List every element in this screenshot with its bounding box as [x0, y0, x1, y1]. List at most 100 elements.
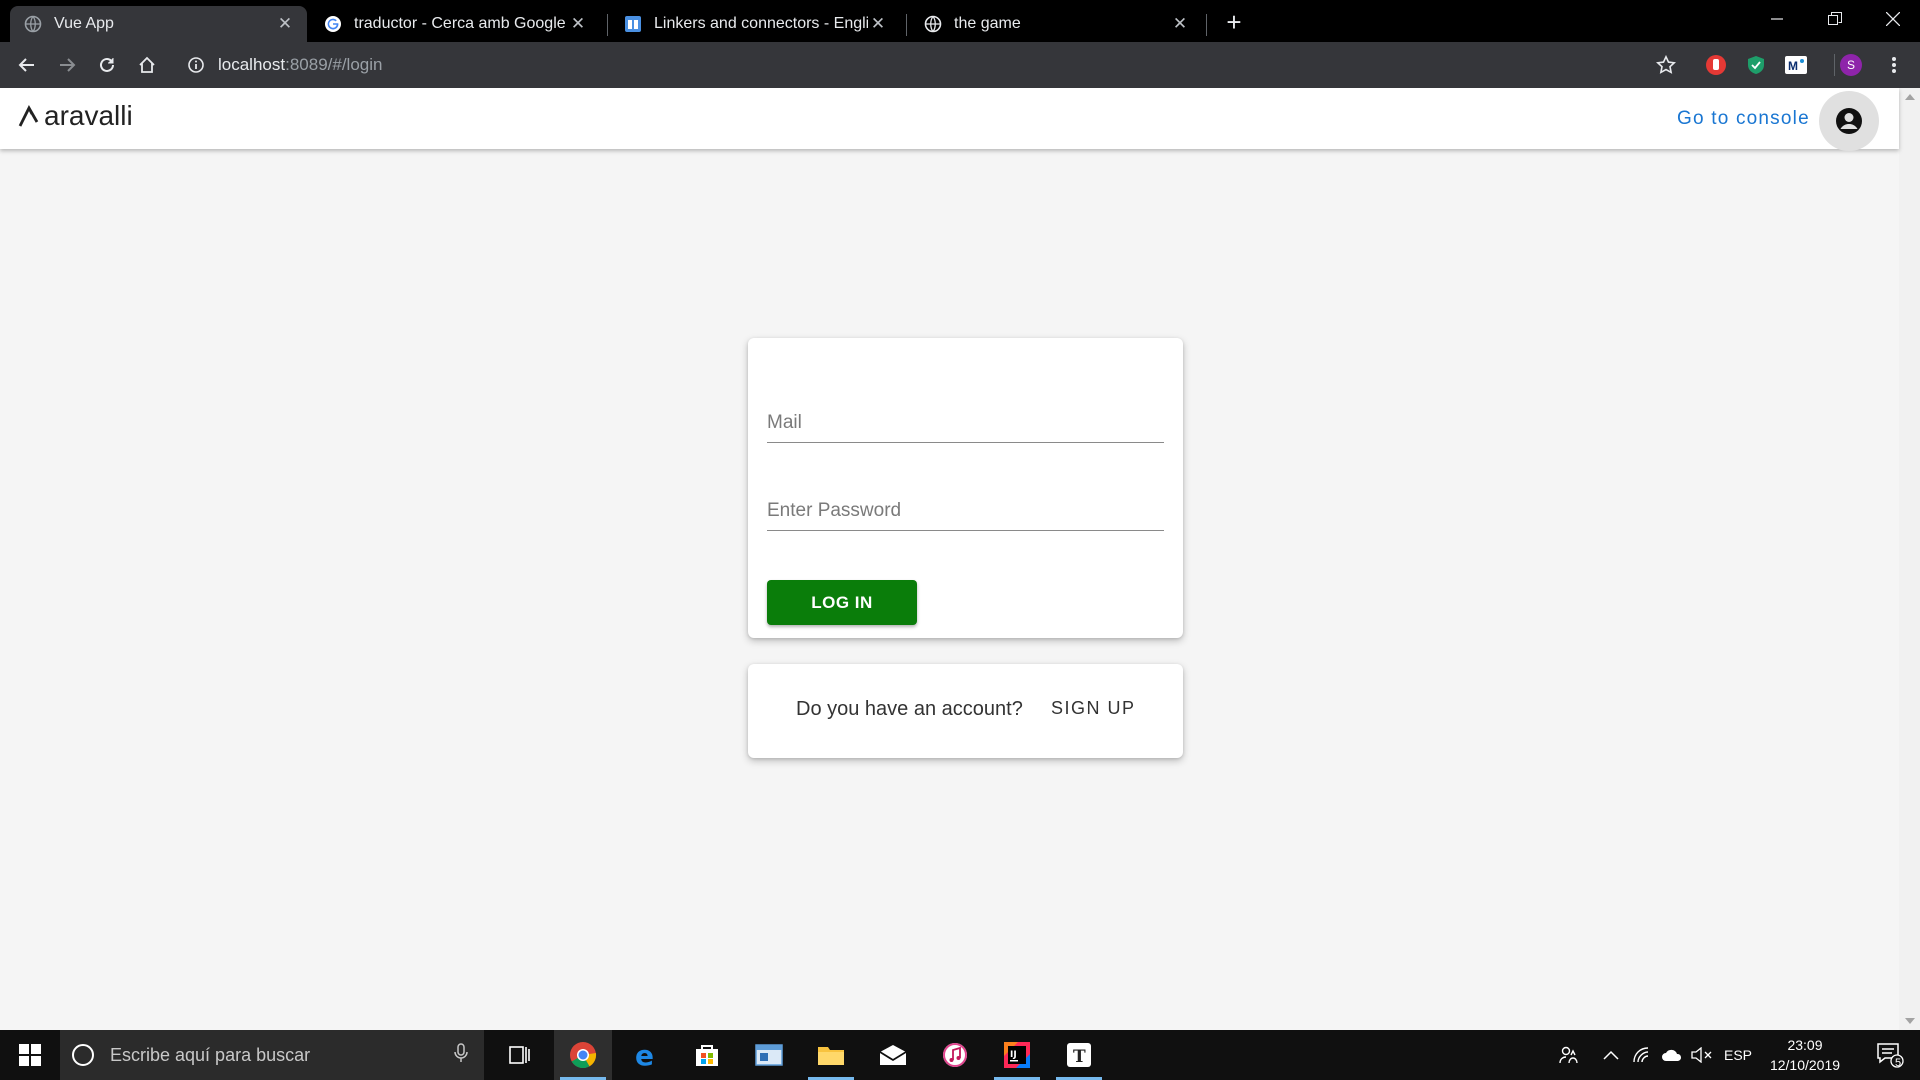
input-language[interactable]: ESP: [1718, 1030, 1758, 1080]
login-button[interactable]: LOG IN: [767, 580, 917, 625]
restore-icon: [1828, 12, 1842, 25]
bookmark-star-button[interactable]: [1654, 53, 1678, 77]
go-to-console-link[interactable]: Go to console: [1677, 108, 1810, 130]
start-button[interactable]: [0, 1030, 60, 1080]
home-icon: [139, 56, 155, 73]
back-button[interactable]: [11, 49, 43, 81]
task-view-button[interactable]: [491, 1030, 549, 1080]
login-card: LOG IN: [748, 338, 1183, 638]
mail-field[interactable]: [767, 393, 1164, 443]
edge-icon: e: [635, 1042, 654, 1068]
tab-vue-app[interactable]: Vue App ✕: [10, 6, 307, 42]
folder-icon: [818, 1047, 844, 1065]
kebab-menu-icon: [1892, 57, 1896, 73]
minimize-icon: [1771, 18, 1783, 20]
extension-adblock[interactable]: [1704, 53, 1728, 77]
volume-muted-icon: [1691, 1047, 1712, 1063]
minimize-button[interactable]: [1748, 0, 1806, 38]
page-scrollbar[interactable]: [1899, 88, 1920, 1030]
taskbar-store[interactable]: [678, 1030, 736, 1080]
mail-icon: [879, 1045, 907, 1065]
tab-the-game[interactable]: the game ✕: [910, 6, 1202, 42]
close-icon[interactable]: ✕: [568, 14, 588, 34]
profile-avatar[interactable]: S: [1840, 54, 1862, 76]
extension-shield[interactable]: [1744, 53, 1768, 77]
network-button[interactable]: [1628, 1030, 1656, 1080]
microphone-icon[interactable]: [454, 1042, 468, 1068]
star-icon: [1656, 55, 1676, 74]
show-hidden-icons-button[interactable]: [1598, 1030, 1624, 1080]
google-icon: [324, 15, 342, 33]
page-viewport: aravalli Go to console LOG IN Do you hav…: [0, 88, 1920, 1030]
cortana-icon: [72, 1044, 94, 1066]
new-tab-button[interactable]: +: [1218, 7, 1250, 37]
scroll-down-arrow-icon[interactable]: [1905, 1018, 1915, 1024]
password-field[interactable]: [767, 481, 1164, 531]
tab-title: Linkers and connectors - English: [654, 15, 868, 32]
taskbar-typora[interactable]: T: [1050, 1030, 1108, 1080]
scroll-up-arrow-icon[interactable]: [1905, 94, 1915, 100]
close-icon[interactable]: ✕: [868, 14, 888, 34]
account-button[interactable]: [1819, 91, 1879, 151]
close-icon[interactable]: ✕: [1170, 14, 1190, 34]
taskbar-mail[interactable]: [864, 1030, 922, 1080]
signup-question: Do you have an account?: [796, 698, 1023, 720]
browser-toolbar: localhost:8089/#/login M S: [0, 42, 1920, 88]
window-app-icon: [755, 1044, 783, 1066]
tab-linkers-connectors[interactable]: Linkers and connectors - English ✕: [610, 6, 900, 42]
tab-title: traductor - Cerca amb Google: [354, 15, 566, 32]
address-bar[interactable]: localhost:8089/#/login: [218, 48, 1618, 82]
reload-button[interactable]: [91, 49, 123, 81]
site-info-button[interactable]: [180, 49, 212, 81]
brand-logo[interactable]: aravalli: [18, 100, 133, 132]
taskbar-edge[interactable]: e: [617, 1030, 675, 1080]
taskbar-chrome[interactable]: [554, 1030, 612, 1080]
svg-text:M: M: [1788, 59, 1798, 73]
home-button[interactable]: [131, 49, 163, 81]
people-icon: [1559, 1046, 1578, 1064]
password-input[interactable]: [767, 500, 1164, 522]
taskbar-search[interactable]: Escribe aquí para buscar: [60, 1030, 484, 1080]
signup-card: Do you have an account? SIGN UP: [748, 664, 1183, 758]
tab-title: the game: [954, 15, 1021, 32]
windows-logo-icon: [19, 1044, 41, 1066]
action-center-button[interactable]: 5: [1866, 1030, 1914, 1080]
svg-text:e: e: [635, 1042, 654, 1068]
taskbar-file-explorer[interactable]: [802, 1030, 860, 1080]
document-icon: [624, 15, 642, 33]
tab-separator: [1206, 14, 1207, 36]
restore-button[interactable]: [1806, 0, 1864, 38]
task-view-icon: [509, 1046, 530, 1064]
close-icon[interactable]: ✕: [275, 14, 295, 34]
tab-google-search[interactable]: traductor - Cerca amb Google ✕: [310, 6, 600, 42]
globe-icon: [924, 15, 942, 33]
forward-button[interactable]: [51, 49, 83, 81]
store-bag-icon: [696, 1045, 718, 1066]
arrow-left-icon: [18, 58, 34, 72]
mountain-logo-icon: [18, 105, 39, 127]
onedrive-button[interactable]: [1658, 1030, 1686, 1080]
shield-icon: [1748, 56, 1764, 74]
mail-input[interactable]: [767, 412, 1164, 434]
close-window-button[interactable]: [1864, 0, 1920, 38]
tab-separator: [906, 14, 907, 36]
people-button[interactable]: [1552, 1030, 1584, 1080]
volume-button[interactable]: [1688, 1030, 1716, 1080]
taskbar-intellij[interactable]: IJ: [988, 1030, 1046, 1080]
extension-mega[interactable]: M: [1784, 53, 1808, 77]
signup-button[interactable]: SIGN UP: [1051, 698, 1136, 719]
mega-icon: M: [1785, 56, 1807, 74]
svg-text:IJ: IJ: [1010, 1050, 1017, 1060]
tab-title: Vue App: [54, 15, 114, 32]
account-circle-icon: [1836, 108, 1862, 134]
taskbar-clock[interactable]: 23:09 12/10/2019: [1760, 1035, 1850, 1075]
taskbar-control-panel[interactable]: [740, 1030, 798, 1080]
taskbar-itunes[interactable]: [926, 1030, 984, 1080]
info-icon: [188, 57, 204, 73]
arrow-right-icon: [60, 58, 76, 72]
app-header: aravalli Go to console: [0, 88, 1899, 151]
browser-tab-strip: Vue App ✕ traductor - Cerca amb Google ✕…: [0, 0, 1920, 42]
browser-menu-button[interactable]: [1878, 49, 1910, 81]
wifi-icon: [1633, 1047, 1649, 1063]
hand-stop-icon: [1706, 55, 1726, 75]
